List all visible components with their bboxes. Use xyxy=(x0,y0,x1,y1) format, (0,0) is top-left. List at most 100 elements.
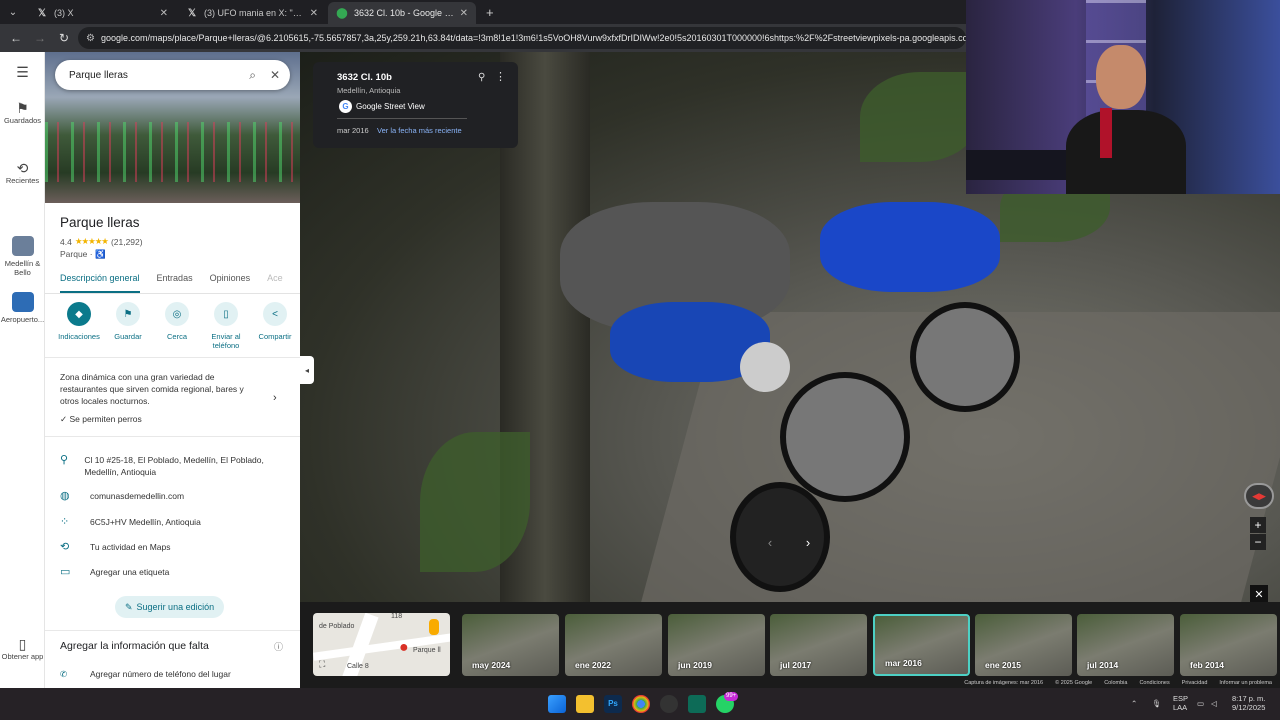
rail-item-get-app[interactable]: ▯ Obtener app xyxy=(0,637,45,661)
rail-item-airport[interactable]: Aeropuerto... xyxy=(0,292,45,324)
maps-pin-icon: ⬤ xyxy=(336,7,348,19)
label-row[interactable]: ▭ Agregar una etiqueta xyxy=(60,566,290,578)
activity-history-icon: ⟲ xyxy=(60,541,70,553)
mini-map[interactable]: de Poblado Parque ll Calle 8 118 ● ⛶ xyxy=(313,613,450,676)
browser-toolbar: ← → ↻ ⚙ google.com/maps/place/Parque+lle… xyxy=(0,24,966,52)
previous-image-icon[interactable]: ‹ xyxy=(760,532,780,552)
missing-info-heading: Agregar la información que falta xyxy=(60,640,209,652)
place-description[interactable]: Zona dinámica con una gran variedad de r… xyxy=(60,371,260,407)
timeline-thumb[interactable]: jun 2019 xyxy=(668,614,765,676)
nearby-button[interactable]: ◎ Cerca xyxy=(155,302,199,350)
pets-allowed: ✓ Se permiten perros xyxy=(60,414,142,424)
x-logo-icon: 𝕏 xyxy=(187,7,197,19)
place-title: Parque lleras xyxy=(60,215,140,230)
sv-address: 3632 Cl. 10b xyxy=(337,72,392,83)
tab-google-maps[interactable]: ⬤ 3632 Cl. 10b - Google Maps ✕ xyxy=(328,2,476,24)
site-info-icon[interactable]: ⚙ xyxy=(86,33,95,44)
rail-item-medellin[interactable]: Medellín & Bello xyxy=(0,236,45,277)
rating-row[interactable]: 4.4 ★★★★★ (21,292) xyxy=(60,236,143,247)
file-explorer-icon[interactable] xyxy=(576,695,594,713)
plus-code-row[interactable]: ⁘ 6C5J+HV Medellín, Antioquia xyxy=(60,516,290,528)
network-icon[interactable]: ▭ xyxy=(1197,699,1204,708)
tab-ufo-mania[interactable]: 𝕏 (3) UFO mania en X: "Diamond ✕ xyxy=(178,2,326,24)
next-image-icon[interactable]: › xyxy=(798,532,818,552)
send-to-phone-button[interactable]: ▯ Enviar al teléfono xyxy=(204,302,248,350)
rail-item-saved[interactable]: ⚑ Guardados xyxy=(0,101,45,125)
zoom-in-button[interactable]: + xyxy=(1250,517,1266,533)
obs-icon[interactable] xyxy=(660,695,678,713)
close-tab-icon[interactable]: ✕ xyxy=(460,8,468,19)
new-tab-button[interactable]: + xyxy=(476,5,504,24)
tab-tickets[interactable]: Entradas xyxy=(157,270,193,293)
directions-icon: ◆ xyxy=(67,302,91,326)
place-tabs: Descripción general Entradas Opiniones A… xyxy=(45,270,300,294)
chevron-right-icon[interactable]: › xyxy=(273,392,277,404)
close-icon[interactable]: ✕ xyxy=(270,68,280,82)
search-box[interactable]: Parque lleras ⌕ ✕ xyxy=(55,60,290,90)
website-row[interactable]: ◍ comunasdemedellin.com xyxy=(60,490,290,502)
help-icon[interactable]: ⓘ xyxy=(274,640,283,653)
address-row[interactable]: ⚲ Cl 10 #25-18, El Poblado, Medellín, El … xyxy=(60,454,290,478)
share-button[interactable]: < Compartir xyxy=(253,302,297,350)
pegman-icon[interactable] xyxy=(429,619,439,635)
more-options-icon[interactable]: ⋮ xyxy=(495,70,506,83)
label-icon: ▭ xyxy=(60,566,71,578)
tab-about[interactable]: Ace xyxy=(267,270,283,293)
forward-arrow-icon[interactable]: → xyxy=(30,28,50,48)
directions-button[interactable]: ◆ Indicaciones xyxy=(57,302,101,350)
search-input[interactable]: Parque lleras xyxy=(69,70,235,81)
close-street-view-button[interactable]: ✕ xyxy=(1250,585,1268,603)
timeline-thumb[interactable]: may 2024 xyxy=(462,614,559,676)
timeline-thumb[interactable]: feb 2014 xyxy=(1180,614,1277,676)
clock[interactable]: 8:17 p. m. 9/12/2025 xyxy=(1232,694,1265,712)
tray-chevron-icon[interactable]: ⌃ xyxy=(1131,699,1137,708)
city-thumbnail xyxy=(11,236,34,256)
collapse-panel-button[interactable]: ◂ xyxy=(300,356,314,384)
timeline-thumb-selected[interactable]: mar 2016 xyxy=(873,614,970,676)
chrome-icon[interactable] xyxy=(632,695,650,713)
back-arrow-icon[interactable]: ← xyxy=(6,28,26,48)
tab-search-chevron-icon[interactable]: ⌄ xyxy=(0,0,26,24)
street-view-info-card: 3632 Cl. 10b Medellín, Antioquia G Google… xyxy=(313,62,518,148)
expand-map-icon[interactable]: ⛶ xyxy=(319,659,325,670)
zoom-out-button[interactable]: − xyxy=(1250,534,1266,550)
tab-overview[interactable]: Descripción general xyxy=(60,270,140,293)
divider xyxy=(45,357,300,358)
close-tab-icon[interactable]: ✕ xyxy=(160,8,168,19)
hamburger-menu-icon: ☰ xyxy=(16,64,29,80)
rail-item-recents[interactable]: ⟲ Recientes xyxy=(0,160,45,185)
microphone-icon[interactable]: 🎙 xyxy=(1152,699,1162,708)
save-button[interactable]: ⚑ Guardar xyxy=(106,302,150,350)
timeline-thumb[interactable]: ene 2022 xyxy=(565,614,662,676)
photoshop-icon[interactable]: Ps xyxy=(604,695,622,713)
sv-provider: G Google Street View xyxy=(339,100,425,113)
history-icon: ⟲ xyxy=(16,160,29,176)
close-tab-icon[interactable]: ✕ xyxy=(310,8,318,19)
tab-x[interactable]: 𝕏 (3) X ✕ xyxy=(28,2,176,24)
timeline-thumb[interactable]: jul 2017 xyxy=(770,614,867,676)
timeline-thumb[interactable]: ene 2015 xyxy=(975,614,1072,676)
add-phone-row[interactable]: ✆ Agregar número de teléfono del lugar xyxy=(60,669,231,680)
send-to-phone-icon: ▯ xyxy=(214,302,238,326)
search-icon[interactable]: ⌕ xyxy=(249,68,256,83)
compass-icon[interactable]: ◀▶ xyxy=(1244,483,1274,509)
app-icon[interactable] xyxy=(688,695,706,713)
latest-date-link[interactable]: Ver la fecha más reciente xyxy=(377,126,462,135)
tab-reviews[interactable]: Opiniones xyxy=(210,270,251,293)
globe-icon: ◍ xyxy=(60,490,70,502)
star-rating-icon: ★★★★★ xyxy=(74,236,109,246)
plus-code-icon: ⁘ xyxy=(60,516,70,528)
reload-icon[interactable]: ↻ xyxy=(54,28,74,48)
activity-row[interactable]: ⟲ Tu actividad en Maps xyxy=(60,541,290,553)
windows-start-icon[interactable] xyxy=(548,695,566,713)
wheelchair-icon: ♿ xyxy=(94,249,106,259)
language-indicator[interactable]: ESP LAA xyxy=(1173,694,1188,712)
menu-button[interactable]: ☰ xyxy=(0,64,45,80)
location-pin-icon[interactable]: ⚲ xyxy=(478,72,485,83)
notification-badge: 99+ xyxy=(724,692,739,701)
volume-icon[interactable]: ◁ xyxy=(1211,699,1217,708)
suggest-edit-button[interactable]: ✎ Sugerir una edición xyxy=(115,596,225,618)
pencil-icon: ✎ xyxy=(125,601,133,612)
timeline-thumb[interactable]: jul 2014 xyxy=(1077,614,1174,676)
address-bar[interactable]: ⚙ google.com/maps/place/Parque+lleras/@6… xyxy=(78,27,966,49)
